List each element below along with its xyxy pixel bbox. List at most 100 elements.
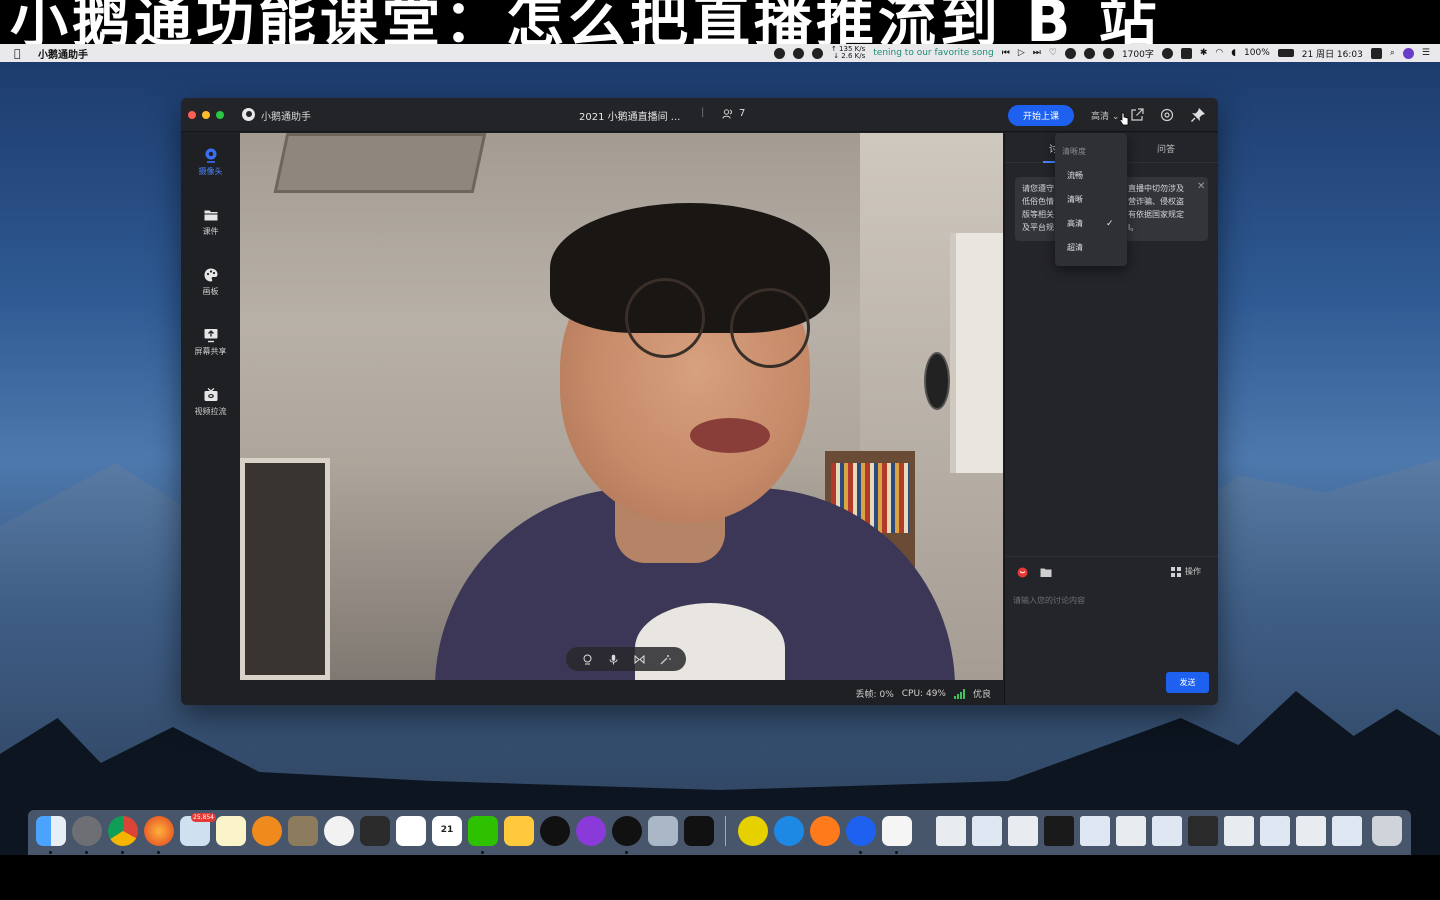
minimized-window-icon[interactable] (1188, 816, 1218, 846)
settings-gear-icon[interactable] (1159, 107, 1175, 123)
qq-icon[interactable] (612, 816, 642, 846)
quality-menu-header: 清晰度 (1062, 147, 1086, 156)
word-count[interactable]: 1700字 (1122, 47, 1154, 60)
prev-track-icon[interactable]: ⏮ (1002, 48, 1010, 58)
left-toolbar: 摄像头 课件 画板 屏幕共享 视频拉流 (181, 133, 240, 705)
minimize-window-icon[interactable] (202, 111, 210, 119)
wechat-status-icon[interactable] (1083, 47, 1095, 59)
minimized-window-icon[interactable] (1260, 816, 1290, 846)
sidebar-item-label: 视频拉流 (194, 407, 227, 416)
menubar-app-name[interactable]: 小鹅通助手 (38, 46, 88, 61)
beauty-wand-icon[interactable] (660, 654, 671, 665)
minimized-window-icon[interactable] (1080, 816, 1110, 846)
quality-dropdown[interactable]: 高清 ⌄ (1091, 109, 1119, 122)
next-track-icon[interactable]: ⏭ (1033, 48, 1041, 58)
siri-icon[interactable] (1402, 47, 1414, 59)
camera-preview[interactable] (240, 133, 1003, 680)
apple-icon[interactable]:  (14, 47, 28, 60)
firefox-icon[interactable] (144, 816, 174, 846)
battery-text[interactable]: 100% (1244, 48, 1270, 58)
minimized-window-icon[interactable] (936, 816, 966, 846)
sidebar-item-video-pull[interactable]: 视频拉流 (181, 383, 240, 433)
tab-qa[interactable]: 问答 (1157, 142, 1175, 155)
music-app-icon[interactable] (738, 816, 768, 846)
minimized-window-icon[interactable] (972, 816, 1002, 846)
sync-icon[interactable] (792, 47, 804, 59)
play-icon[interactable]: ▷ (1018, 48, 1025, 58)
video-player-icon[interactable] (810, 816, 840, 846)
chrome-icon[interactable] (108, 816, 138, 846)
mic-icon[interactable] (608, 654, 619, 665)
mirror-icon[interactable] (634, 654, 645, 665)
quality-option-clear[interactable]: 清晰 (1055, 189, 1127, 211)
minimized-window-icon[interactable] (1332, 816, 1362, 846)
security-app-icon[interactable] (288, 816, 318, 846)
menubar-clock[interactable]: 21 周日 16:03 (1302, 47, 1363, 60)
app-menu-icon[interactable] (1370, 47, 1382, 59)
maximize-window-icon[interactable] (216, 111, 224, 119)
timer-icon[interactable] (1161, 47, 1173, 59)
close-window-icon[interactable] (188, 111, 196, 119)
minimized-window-icon[interactable] (1008, 816, 1038, 846)
minimized-window-icon[interactable] (1296, 816, 1326, 846)
control-center-icon[interactable]: ☰ (1422, 48, 1430, 58)
battery-icon[interactable] (1277, 49, 1294, 57)
notice-line: 直播中切勿涉及 (1128, 184, 1184, 193)
capcut-icon[interactable] (684, 816, 714, 846)
sublime-icon[interactable] (360, 816, 390, 846)
xiaoetong-icon[interactable] (846, 816, 876, 846)
display-icon[interactable] (1180, 47, 1192, 59)
books-icon[interactable] (252, 816, 282, 846)
quality-option-smooth[interactable]: 流畅 (1055, 165, 1127, 187)
quality-option-hd[interactable]: 高清 ✓ (1055, 213, 1127, 235)
start-class-button[interactable]: 开始上课 (1008, 105, 1074, 126)
person-mouth (690, 418, 770, 453)
sidebar-item-courseware[interactable]: 课件 (181, 203, 240, 253)
minimized-window-icon[interactable] (1152, 816, 1182, 846)
minimized-window-icon[interactable] (1224, 816, 1254, 846)
sidebar-item-whiteboard[interactable]: 画板 (181, 263, 240, 313)
search-status-icon[interactable] (811, 47, 823, 59)
send-button[interactable]: 发送 (1166, 672, 1209, 693)
finder-icon[interactable] (36, 816, 66, 846)
user-status-icon[interactable] (1064, 47, 1076, 59)
quality-option-label: 流畅 (1067, 171, 1083, 180)
folder-icon[interactable] (1040, 567, 1052, 578)
share-out-icon[interactable] (1129, 107, 1145, 123)
minimized-window-icon[interactable] (1044, 816, 1074, 846)
wechat-icon[interactable] (468, 816, 498, 846)
mail-icon[interactable]: 25,854 (180, 813, 216, 846)
system-preferences-icon[interactable] (72, 816, 102, 846)
search-app-icon[interactable] (774, 816, 804, 846)
red-packet-icon[interactable] (1017, 567, 1028, 578)
chat-input[interactable] (1013, 595, 1209, 665)
camera-toggle-icon[interactable] (582, 654, 593, 665)
preview-icon[interactable] (648, 816, 678, 846)
close-icon[interactable]: ✕ (1197, 181, 1205, 192)
p-status-icon[interactable] (1102, 47, 1114, 59)
podcasts-icon[interactable] (576, 816, 606, 846)
pages-icon[interactable] (882, 816, 912, 846)
volume-icon[interactable]: ◖ (1231, 48, 1236, 58)
notes-icon[interactable] (216, 816, 246, 846)
wifi-icon[interactable]: ◠ (1215, 48, 1223, 58)
room-door (240, 458, 330, 680)
quality-option-uhd[interactable]: 超清 (1055, 237, 1127, 259)
minimized-window-icon[interactable] (1116, 816, 1146, 846)
spotlight-icon[interactable]: ⌕ (1390, 48, 1395, 58)
room-title[interactable]: 2021 小鹅通直播间 ... (579, 108, 680, 123)
pin-icon[interactable] (1190, 107, 1206, 123)
trash-icon[interactable] (1372, 816, 1402, 846)
calendar-icon[interactable]: 21 (432, 816, 462, 846)
lightbulb-app-icon[interactable] (504, 816, 534, 846)
heart-icon[interactable]: ♡ (1049, 48, 1057, 58)
title-bar: 小鹅通助手 2021 小鹅通直播间 ... | 7 开始上课 高清 ⌄ (181, 98, 1218, 132)
record-icon[interactable] (773, 47, 785, 59)
bubble-app-icon[interactable] (540, 816, 570, 846)
sidebar-item-screen-share[interactable]: 屏幕共享 (181, 323, 240, 373)
sidebar-item-camera[interactable]: 摄像头 (181, 143, 240, 193)
bluetooth-icon[interactable]: ✱ (1200, 48, 1208, 58)
wps-icon[interactable] (396, 816, 426, 846)
operations-button[interactable]: 操作 (1171, 566, 1201, 577)
ime-icon[interactable] (324, 816, 354, 846)
